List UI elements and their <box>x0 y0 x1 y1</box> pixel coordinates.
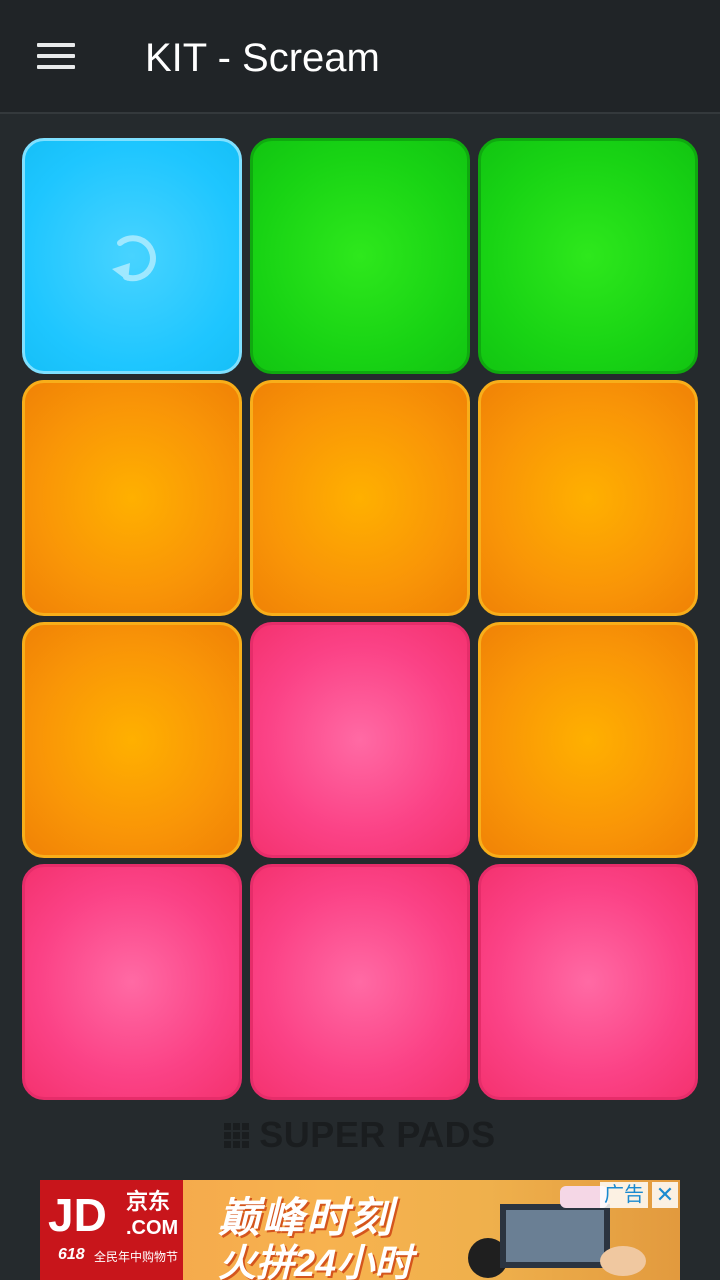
pad-2[interactable] <box>250 138 470 374</box>
jd-logo-com: .COM <box>126 1217 179 1239</box>
pad-10[interactable] <box>22 864 242 1100</box>
pad-6[interactable] <box>478 380 698 616</box>
app-bar: KIT - Scream <box>0 0 720 114</box>
pad-grid <box>22 138 698 1100</box>
pad-1[interactable] <box>22 138 242 374</box>
pad-12[interactable] <box>478 864 698 1100</box>
menu-line <box>37 65 75 69</box>
jd-subtitle: 全民年中购物节 <box>94 1250 179 1264</box>
brand-footer: SUPER PADS <box>0 1112 720 1158</box>
pad-5[interactable] <box>250 380 470 616</box>
pad-4[interactable] <box>22 380 242 616</box>
brand-name: SUPER PADS <box>259 1114 496 1155</box>
ad-banner[interactable]: JD 京东 .COM 618 全民年中购物节 巅峰时刻 火拼24小时 广告 ✕ <box>40 1180 680 1280</box>
jd-618: 618 <box>58 1246 85 1263</box>
pad-9[interactable] <box>478 622 698 858</box>
menu-line <box>37 43 75 47</box>
grid-icon <box>224 1122 250 1148</box>
ad-subline: 火拼24小时 <box>218 1243 413 1280</box>
loop-icon <box>112 235 156 282</box>
ad-label: 广告 <box>600 1182 648 1208</box>
ad-product-image <box>500 1204 610 1268</box>
menu-line <box>37 54 75 58</box>
jd-logo-text: JD <box>48 1189 107 1241</box>
pad-8[interactable] <box>250 622 470 858</box>
pad-3[interactable] <box>478 138 698 374</box>
close-icon[interactable]: ✕ <box>652 1182 678 1208</box>
page-title: KIT - Scream <box>145 36 380 80</box>
jd-logo-cn: 京东 <box>126 1189 171 1214</box>
pad-11[interactable] <box>250 864 470 1100</box>
ad-product-image <box>600 1246 646 1276</box>
hamburger-menu-icon[interactable] <box>28 32 84 80</box>
jd-logo: JD 京东 .COM 618 全民年中购物节 <box>40 1180 183 1280</box>
pad-7[interactable] <box>22 622 242 858</box>
